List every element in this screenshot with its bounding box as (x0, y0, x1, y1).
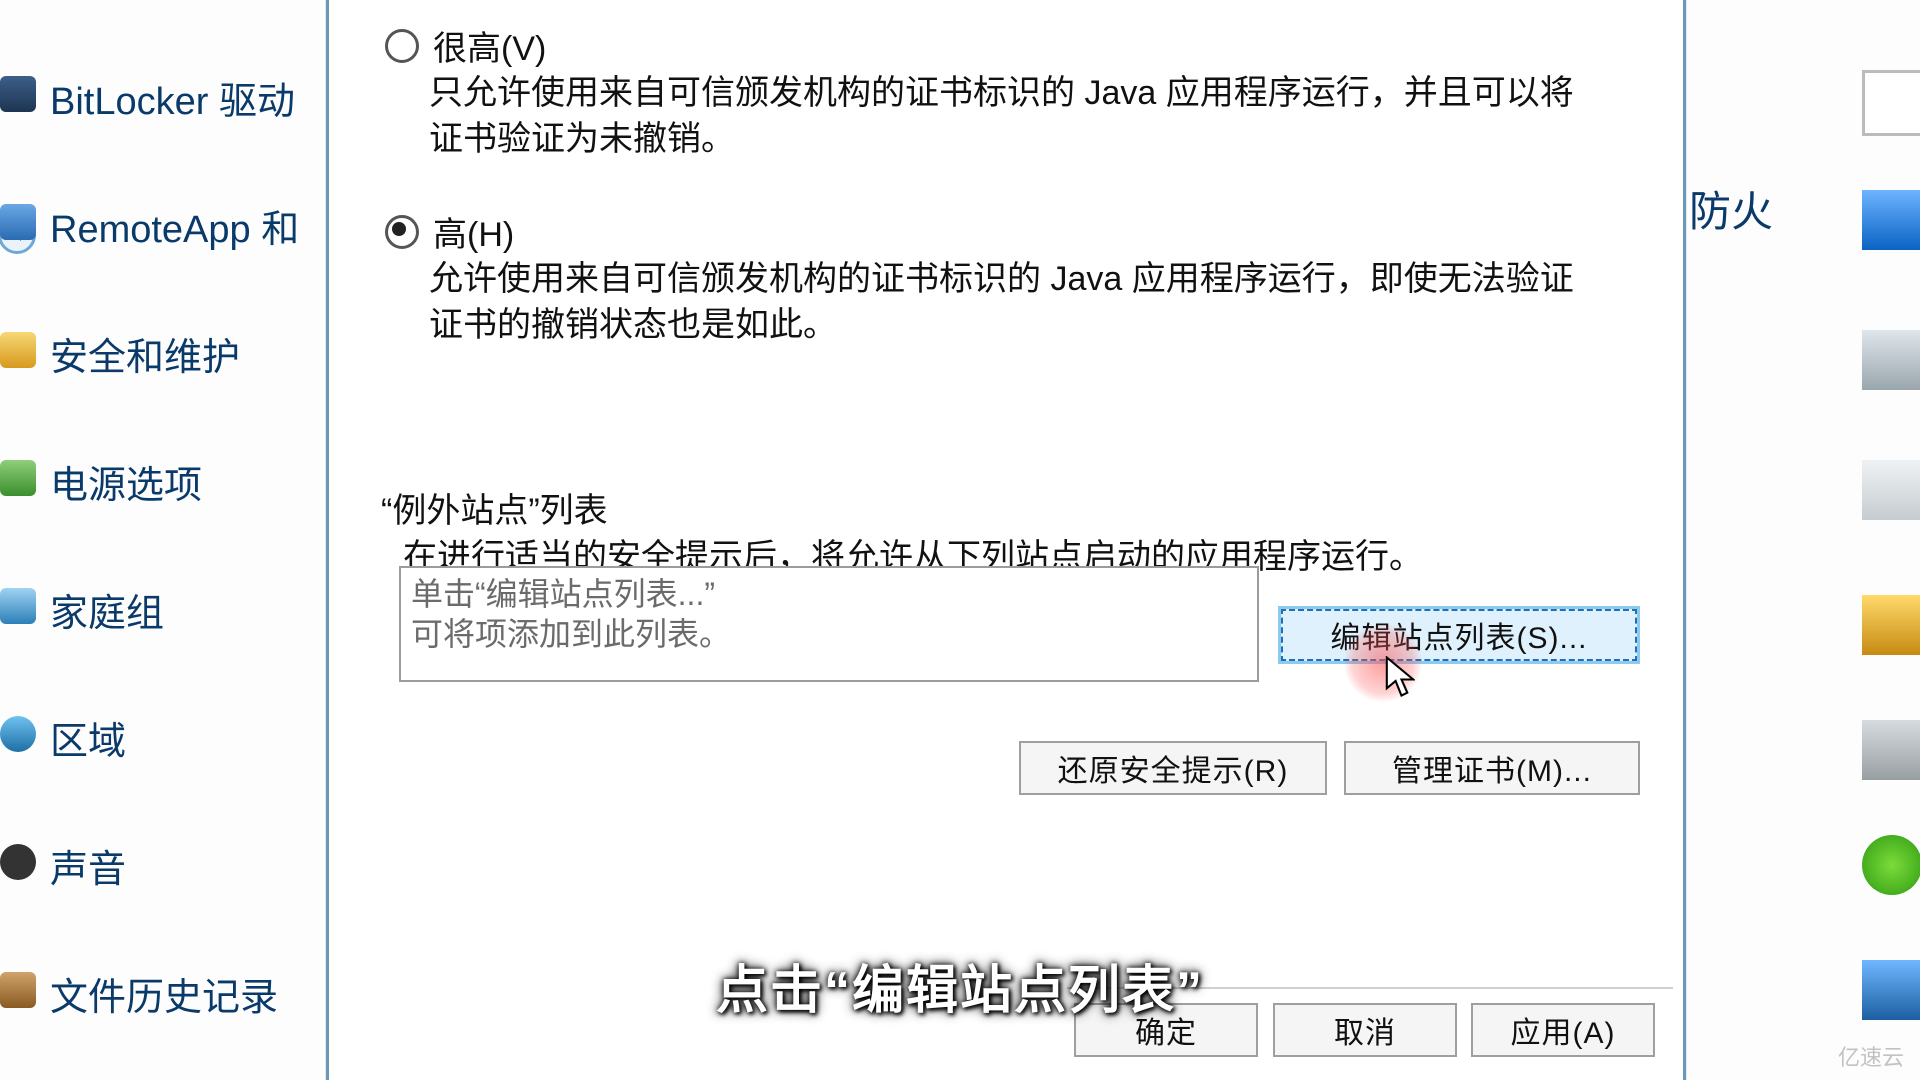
exception-list-title: “例外站点”列表 (381, 483, 608, 532)
manage-certs-button[interactable]: 管理证书(M)... (1344, 741, 1640, 795)
restore-prompts-button[interactable]: 还原安全提示(R) (1019, 741, 1327, 795)
radio-very-high-desc: 只允许使用来自可信颁发机构的证书标识的 Java 应用程序运行，并且可以将证书验… (429, 71, 1589, 163)
document-icon (1862, 70, 1920, 136)
device-icon (1862, 460, 1920, 520)
watermark: 亿速云 (1838, 1040, 1904, 1072)
video-caption: 点击“编辑站点列表” (0, 948, 1920, 1023)
security-icon (0, 332, 36, 368)
windows-togo-icon (1862, 190, 1920, 250)
bitlocker-icon (0, 76, 36, 112)
region-icon (0, 716, 36, 752)
homegroup-icon (0, 588, 36, 624)
remoteapp-icon (0, 204, 36, 240)
sound-icon (0, 844, 36, 880)
safe-icon (1862, 595, 1920, 655)
exception-site-list[interactable]: 单击“编辑站点列表...” 可将项添加到此列表。 (399, 566, 1259, 682)
placeholder-line: 单击“编辑站点列表...” (411, 574, 1247, 614)
cp-item-power[interactable]: 电源选项 (50, 454, 202, 509)
storage-spaces-icon (1862, 330, 1920, 390)
cp-item-security[interactable]: 安全和维护 (50, 326, 240, 381)
radio-very-high-label: 很高(V) (433, 21, 546, 70)
cp-item-bitlocker[interactable]: BitLocker 驱动 (50, 70, 295, 125)
cp-item-sound[interactable]: 声音 (50, 838, 126, 893)
radio-very-high[interactable]: 很高(V) (385, 21, 546, 70)
placeholder-line: 可将项添加到此列表。 (411, 614, 1247, 654)
radio-icon (385, 215, 419, 249)
hardware-icon (1862, 720, 1920, 780)
sync-icon (1862, 835, 1920, 895)
radio-high-label: 高(H) (433, 207, 514, 256)
edit-site-list-button[interactable]: 编辑站点列表(S)... (1280, 608, 1638, 662)
cp-item-remoteapp[interactable]: RemoteApp 和 (50, 198, 299, 253)
radio-high-desc: 允许使用来自可信颁发机构的证书标识的 Java 应用程序运行，即使无法验证证书的… (429, 257, 1589, 349)
power-icon (0, 460, 36, 496)
cp-item-region[interactable]: 区域 (50, 710, 126, 765)
radio-high[interactable]: 高(H) (385, 207, 514, 256)
java-control-panel-dialog: 很高(V) 只允许使用来自可信颁发机构的证书标识的 Java 应用程序运行，并且… (326, 0, 1686, 1080)
cp-item-homegroup[interactable]: 家庭组 (50, 582, 164, 637)
radio-icon (385, 29, 419, 63)
